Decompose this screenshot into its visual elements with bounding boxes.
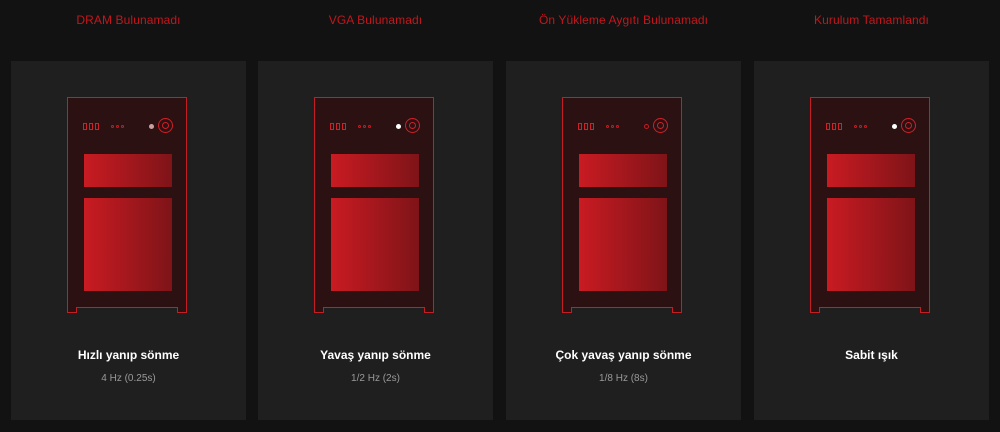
case-panel-main — [827, 198, 915, 291]
blink-frequency: 1/8 Hz (8s) — [599, 373, 648, 384]
power-button-icon — [158, 118, 173, 133]
status-card: Hızlı yanıp sönme 4 Hz (0.25s) — [11, 61, 246, 420]
status-title: VGA Bulunamadı — [328, 13, 423, 27]
drive-slots — [578, 123, 594, 130]
status-card: Sabit ışık — [754, 61, 989, 420]
power-button-icon — [405, 118, 420, 133]
case-panel-main — [331, 198, 419, 291]
case-foot — [76, 307, 178, 313]
port-dots — [358, 125, 371, 128]
port-dots — [854, 125, 867, 128]
pc-case-icon — [562, 97, 682, 313]
case-foot — [571, 307, 673, 313]
status-title: DRAM Bulunamadı — [76, 13, 181, 27]
status-card: Çok yavaş yanıp sönme 1/8 Hz (8s) — [506, 61, 741, 420]
port-dots — [606, 125, 619, 128]
power-button-icon — [901, 118, 916, 133]
blink-pattern: Çok yavaş yanıp sönme — [555, 348, 692, 362]
port-dots — [111, 125, 124, 128]
blink-frequency: 4 Hz (0.25s) — [101, 373, 156, 384]
blink-pattern: Yavaş yanıp sönme — [320, 348, 431, 362]
case-panel-top — [827, 154, 915, 187]
case-foot — [323, 307, 425, 313]
case-foot — [819, 307, 921, 313]
case-panel-top — [579, 154, 667, 187]
case-panel-top — [84, 154, 172, 187]
power-button-icon — [653, 118, 668, 133]
status-led-icon — [396, 124, 401, 129]
pc-case-icon — [810, 97, 930, 313]
pc-case-icon — [314, 97, 434, 313]
status-title: Kurulum Tamamlandı — [814, 13, 929, 27]
status-led-icon — [149, 124, 154, 129]
drive-slots — [330, 123, 346, 130]
status-led-icon — [892, 124, 897, 129]
case-panel-main — [84, 198, 172, 291]
status-card: Yavaş yanıp sönme 1/2 Hz (2s) — [258, 61, 493, 420]
drive-slots — [826, 123, 842, 130]
status-led-icon — [644, 124, 649, 129]
status-title: Ön Yükleme Aygıtı Bulunamadı — [538, 13, 709, 27]
pc-case-icon — [67, 97, 187, 313]
case-panel-main — [579, 198, 667, 291]
blink-frequency: 1/2 Hz (2s) — [351, 373, 400, 384]
drive-slots — [83, 123, 99, 130]
blink-pattern: Sabit ışık — [845, 348, 898, 362]
blink-pattern: Hızlı yanıp sönme — [77, 348, 180, 362]
case-panel-top — [331, 154, 419, 187]
